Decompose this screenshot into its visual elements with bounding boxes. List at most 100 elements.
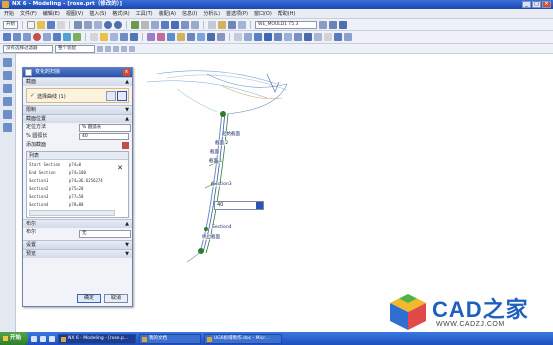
chamfer-icon[interactable] — [157, 33, 165, 41]
layer-settings-icon[interactable] — [319, 20, 327, 29]
snap-quadrant-icon[interactable] — [121, 45, 127, 52]
list-item[interactable]: End Section p74=100 — [29, 169, 115, 177]
list-horizontal-scrollbar[interactable] — [29, 210, 115, 216]
rotate-icon[interactable] — [181, 20, 189, 29]
measure-icon[interactable] — [324, 33, 332, 41]
end-section-point[interactable] — [198, 248, 204, 254]
menu-item[interactable]: 窗口(O) — [254, 10, 272, 17]
list-item[interactable]: Section3 p77=50 — [29, 193, 115, 201]
view-icon[interactable] — [208, 20, 216, 29]
preview-group-header[interactable]: 预览 ▼ — [23, 249, 132, 258]
constraint-group-header[interactable]: 限制 ▼ — [23, 105, 132, 114]
delete-icon[interactable] — [141, 20, 149, 29]
assembly-navigator-icon[interactable] — [3, 58, 12, 67]
section4-point[interactable] — [204, 227, 208, 231]
zoom-icon[interactable] — [171, 20, 179, 29]
surface-icon[interactable] — [244, 33, 252, 41]
ie-quicklaunch-icon[interactable] — [31, 335, 37, 342]
start-menu-button[interactable]: 开始 — [3, 20, 18, 29]
menu-item[interactable]: 工具(T) — [136, 10, 153, 17]
bounded-plane-icon[interactable] — [284, 33, 292, 41]
snap-center-icon[interactable] — [113, 45, 119, 52]
extension-icon[interactable] — [294, 33, 302, 41]
wcs-icon[interactable] — [238, 20, 246, 29]
line-icon[interactable] — [90, 33, 98, 41]
section-position-group-header[interactable]: 截面位置 ▲ — [23, 114, 132, 123]
list-item[interactable]: Start Section p74=0 — [29, 161, 115, 169]
shading-icon[interactable] — [218, 20, 226, 29]
paste-icon[interactable] — [94, 20, 102, 29]
add-section-icon[interactable] — [122, 142, 129, 149]
section-group-header[interactable]: 截面 ▲ — [23, 77, 132, 86]
cut-icon[interactable] — [74, 20, 82, 29]
blend-icon[interactable] — [147, 33, 155, 41]
sew-icon[interactable] — [234, 33, 242, 41]
delete-x-icon[interactable]: ✕ — [116, 164, 124, 172]
snap-midpoint-icon[interactable] — [105, 45, 111, 52]
locate-method-select[interactable]: % 圆弧长 — [79, 124, 131, 132]
snap-icon[interactable] — [344, 33, 352, 41]
extrude-icon[interactable] — [13, 33, 21, 41]
desktop-quicklaunch-icon[interactable] — [40, 335, 46, 342]
percent-arc-length-input[interactable]: 40 — [79, 133, 129, 140]
hole-icon[interactable] — [43, 33, 51, 41]
reuse-library-icon[interactable] — [3, 84, 12, 93]
add-section-row[interactable]: 添加截面 — [23, 141, 132, 150]
through-curves-icon[interactable] — [254, 33, 262, 41]
selection-scope-combo[interactable]: 整个装配 — [55, 44, 95, 53]
offset-icon[interactable] — [197, 33, 205, 41]
task-nx-modeling[interactable]: NX 6 - Modeling - [rose.p... — [58, 333, 136, 344]
save-icon[interactable] — [47, 20, 55, 29]
layer-combo[interactable]: WE_MOULD1 T5.3 — [255, 20, 317, 29]
spline-icon[interactable] — [120, 33, 128, 41]
pattern-icon[interactable] — [207, 33, 215, 41]
list-item[interactable]: Section1 p74=36.6256274 — [29, 177, 115, 185]
layer-icon[interactable] — [151, 20, 159, 29]
undo-icon[interactable] — [104, 20, 112, 29]
minimize-button[interactable]: _ — [522, 1, 531, 8]
pad-icon[interactable] — [63, 33, 71, 41]
menu-item[interactable]: 装配(A) — [159, 10, 176, 17]
part-navigator-icon[interactable] — [3, 71, 12, 80]
boolean-group-header[interactable]: 布尔 ▲ — [23, 219, 132, 228]
menu-item[interactable]: 文件(F) — [20, 10, 37, 17]
new-file-icon[interactable] — [27, 20, 35, 29]
snap-intersection-icon[interactable] — [129, 45, 135, 52]
analysis-icon[interactable] — [334, 33, 342, 41]
menu-item[interactable]: 信息(I) — [182, 10, 197, 17]
menu-item[interactable]: 视图(V) — [66, 10, 83, 17]
menu-item[interactable]: 分析(L) — [203, 10, 220, 17]
settings-group-header[interactable]: 设置 ▼ — [23, 240, 132, 249]
open-folder-icon[interactable] — [37, 20, 45, 29]
sweep-icon[interactable] — [264, 33, 272, 41]
sketch-section-icon[interactable] — [106, 91, 116, 101]
copy-layer-icon[interactable] — [339, 20, 347, 29]
menu-item[interactable]: 编辑(E) — [43, 10, 60, 17]
select-curve-row[interactable]: ✓ 选择曲线 (1) — [26, 88, 129, 103]
copy-icon[interactable] — [84, 20, 92, 29]
n-sided-icon[interactable] — [274, 33, 282, 41]
zoom-fit-icon[interactable] — [161, 20, 169, 29]
system-materials-icon[interactable] — [3, 123, 12, 132]
rib-icon[interactable] — [73, 33, 81, 41]
close-button[interactable]: × — [542, 1, 551, 8]
redo-icon[interactable] — [114, 20, 122, 29]
arc-icon[interactable] — [100, 33, 108, 41]
boss-icon[interactable] — [53, 33, 61, 41]
menu-item[interactable]: 开始 — [4, 10, 14, 17]
menu-item[interactable]: 插入(S) — [89, 10, 106, 17]
ok-button[interactable]: 确定 — [77, 294, 101, 303]
task-word-document[interactable]: UG6拆缝制作.doc - Micr... — [204, 333, 282, 344]
move-layer-icon[interactable] — [329, 20, 337, 29]
history-icon[interactable] — [3, 97, 12, 106]
shell-icon[interactable] — [167, 33, 175, 41]
sketch-icon[interactable] — [3, 33, 11, 41]
menu-item[interactable]: 格式(R) — [112, 10, 129, 17]
print-icon[interactable] — [57, 20, 65, 29]
dialog-close-button[interactable]: × — [123, 69, 130, 76]
arc-length-input[interactable]: 40 — [214, 201, 264, 210]
selection-filter-combo[interactable]: 没有选择过滤器 — [3, 44, 53, 53]
maximize-button[interactable]: □ — [532, 1, 541, 8]
display-icon[interactable] — [228, 20, 236, 29]
web-browser-icon[interactable] — [3, 110, 12, 119]
